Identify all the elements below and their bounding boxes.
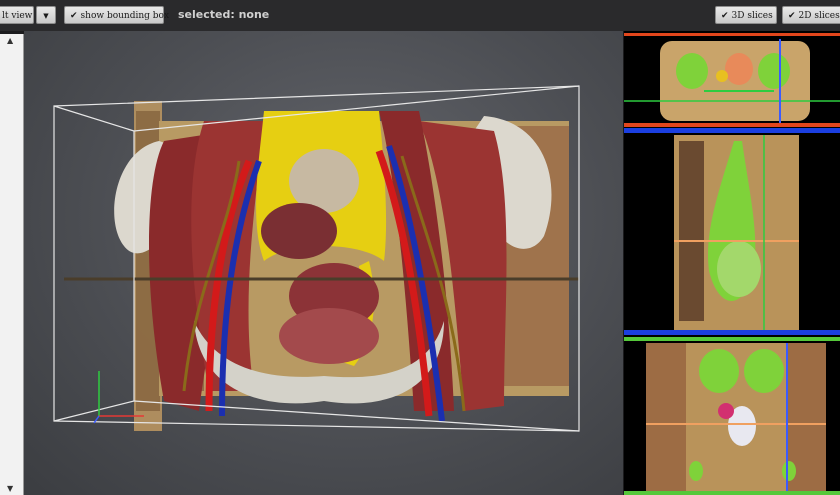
organ-bladder bbox=[279, 308, 379, 364]
3d-viewport[interactable] bbox=[24, 31, 623, 495]
sagittal-slice-view[interactable] bbox=[624, 128, 840, 335]
chevron-down-icon: ▼ bbox=[43, 12, 49, 20]
organ-rectum bbox=[261, 203, 337, 259]
3d-slices-toggle[interactable]: ✔ 3D slices bbox=[715, 6, 777, 24]
checkmark-icon: ✔ bbox=[721, 11, 729, 21]
coronal-slice-view[interactable] bbox=[624, 337, 840, 495]
axial-slice-view[interactable] bbox=[624, 33, 840, 127]
scroll-up-icon[interactable]: ▲ bbox=[7, 36, 13, 45]
show-bounding-box-label: show bounding box bbox=[80, 11, 170, 21]
toolbar: lt view ▼ ✔ show bounding box selected: n… bbox=[0, 0, 840, 31]
3d-slices-label: 3D slices bbox=[731, 11, 773, 21]
show-bounding-box-toggle[interactable]: ✔ show bounding box bbox=[64, 6, 169, 24]
2d-slices-toggle[interactable]: ✔ 2D slices bbox=[782, 6, 840, 24]
2d-slices-panel bbox=[624, 31, 840, 495]
view-button-label: lt view bbox=[2, 11, 33, 21]
checkmark-icon: ✔ bbox=[788, 11, 796, 21]
2d-slice-views bbox=[624, 33, 840, 495]
2d-slices-label: 2D slices bbox=[798, 11, 840, 21]
selection-status: selected: none bbox=[178, 8, 270, 21]
checkmark-icon: ✔ bbox=[70, 11, 78, 21]
view-dropdown-button[interactable]: ▼ bbox=[36, 6, 56, 24]
vertical-scrollbar[interactable]: ▲ ▼ bbox=[0, 34, 24, 495]
scroll-down-icon[interactable]: ▼ bbox=[7, 484, 13, 493]
3d-anatomy-render[interactable] bbox=[24, 31, 623, 495]
view-button[interactable]: lt view bbox=[0, 6, 34, 24]
